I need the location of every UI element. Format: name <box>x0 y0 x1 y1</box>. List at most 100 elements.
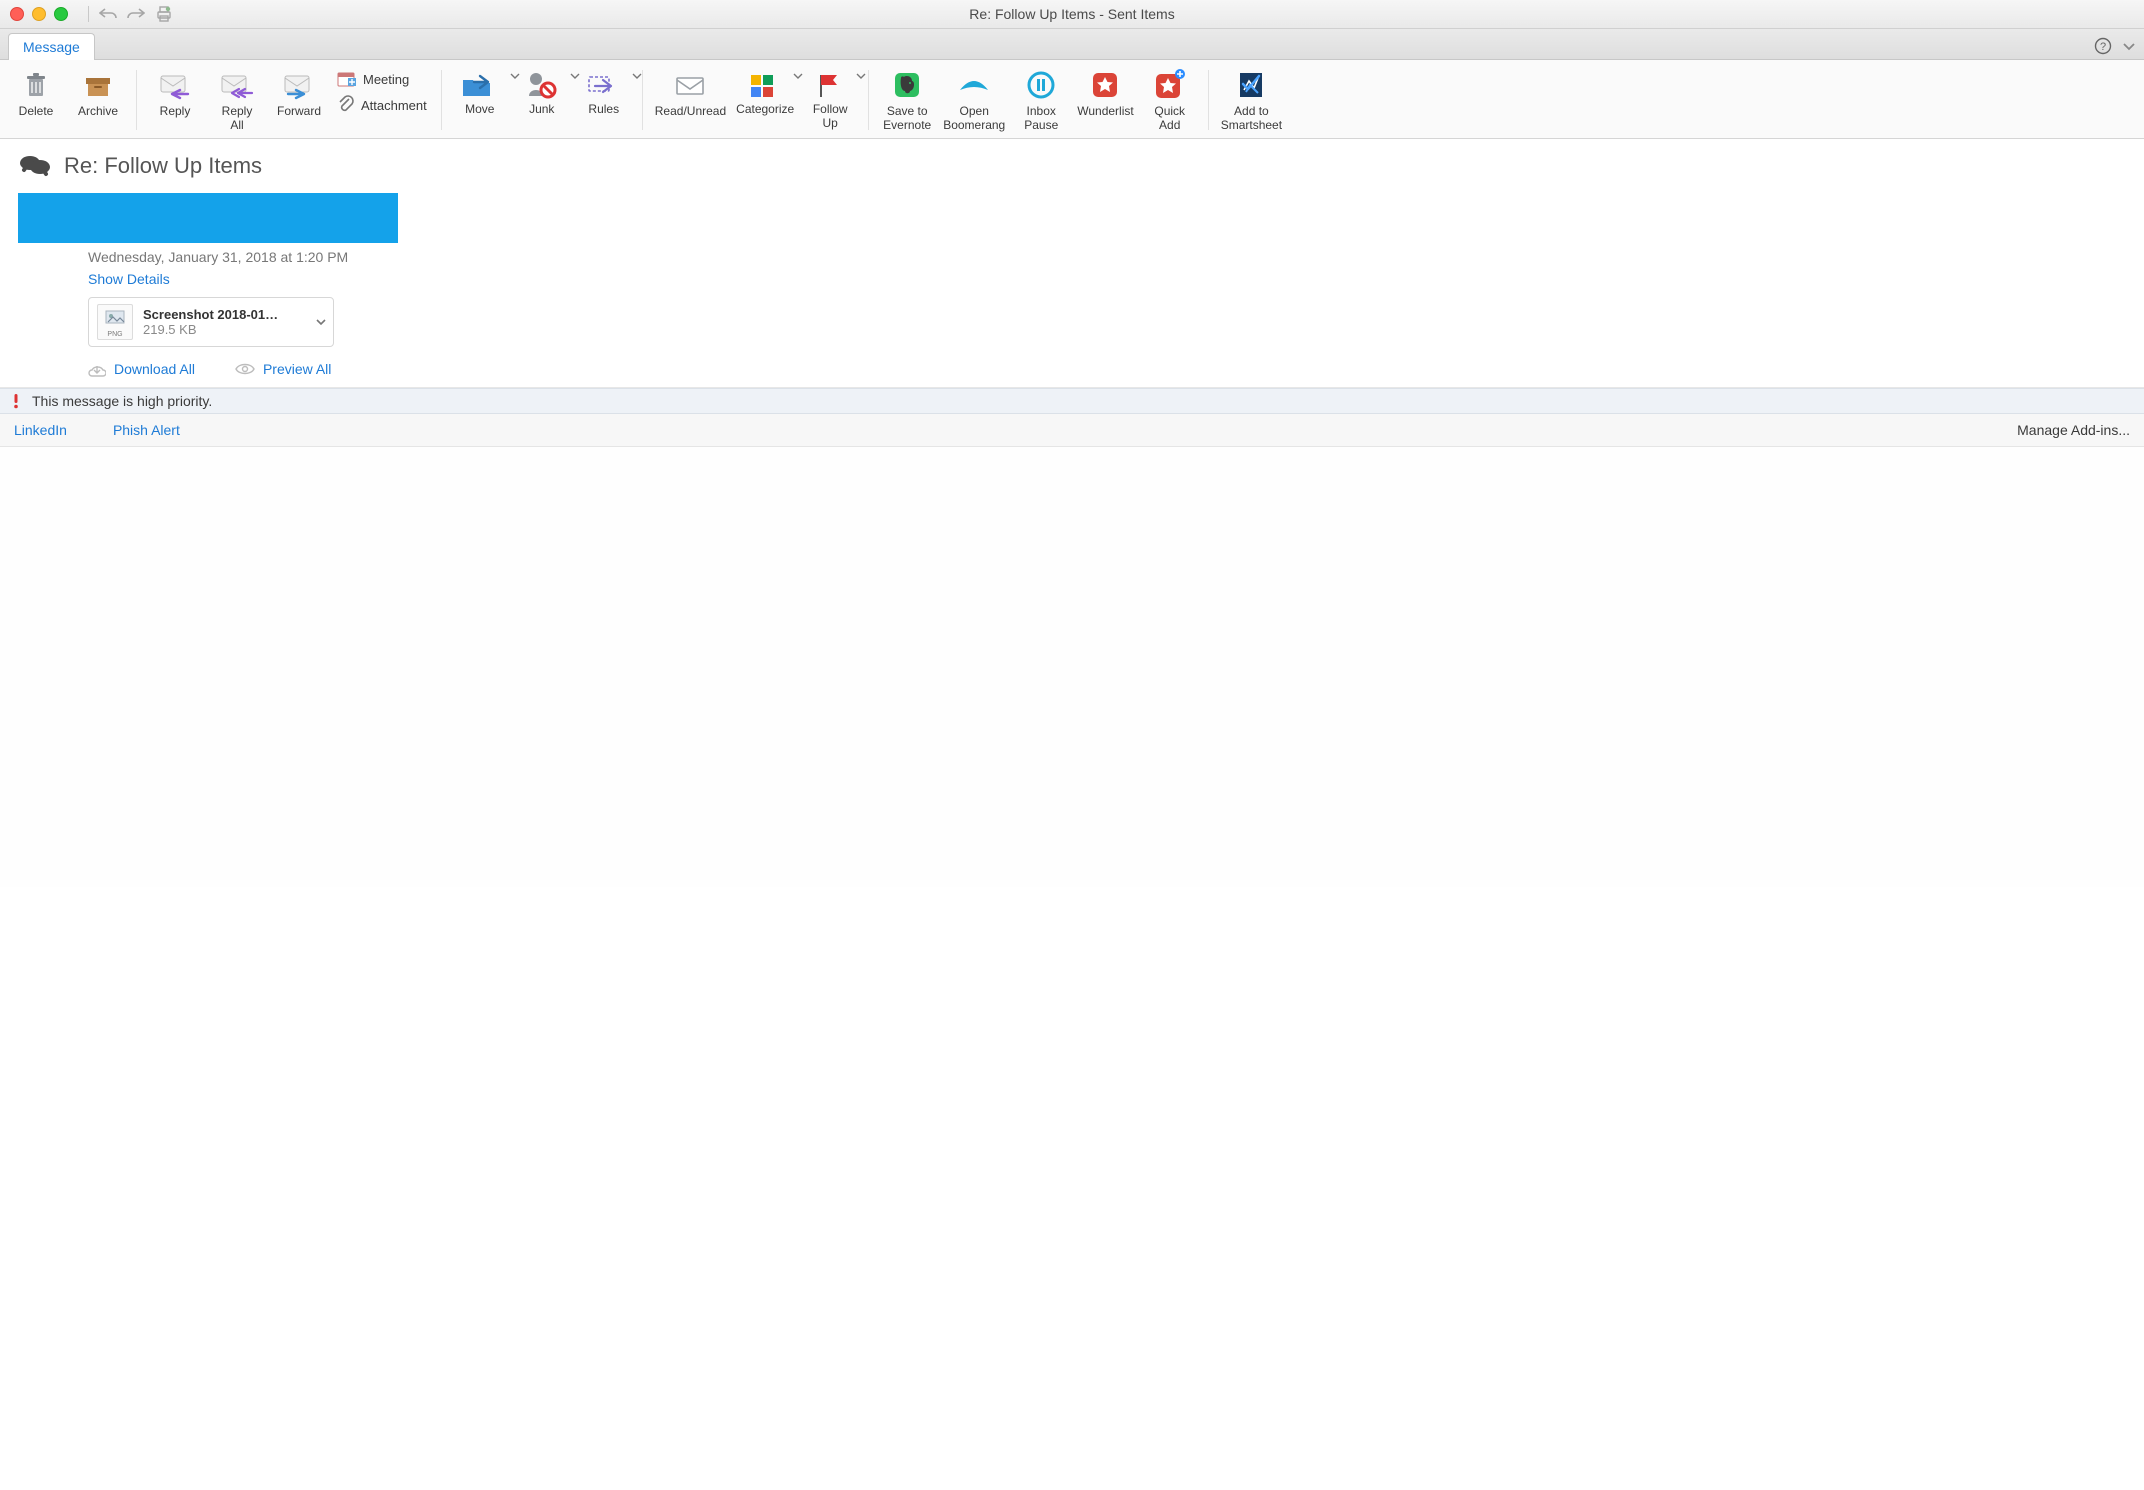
pause-icon <box>1026 68 1056 102</box>
attachment-card[interactable]: PNG Screenshot 2018-01… 219.5 KB <box>88 297 334 347</box>
download-icon <box>88 361 106 377</box>
delete-button[interactable]: Delete <box>6 66 66 120</box>
conversation-icon[interactable] <box>18 153 52 179</box>
reply-all-icon <box>219 68 255 102</box>
add-to-smartsheet-button[interactable]: Add to Smartsheet <box>1217 66 1286 134</box>
categorize-icon <box>747 68 783 102</box>
wunderlist-button[interactable]: Wunderlist <box>1073 66 1137 120</box>
reply-icon <box>158 68 192 102</box>
paperclip-icon <box>337 95 355 115</box>
show-details-link[interactable]: Show Details <box>88 271 170 287</box>
minimize-window-button[interactable] <box>32 7 46 21</box>
wunderlist-label: Wunderlist <box>1077 104 1133 118</box>
message-date: Wednesday, January 31, 2018 at 1:20 PM <box>88 249 2126 265</box>
open-boomerang-button[interactable]: Open Boomerang <box>939 66 1009 134</box>
inbox-pause-button[interactable]: Inbox Pause <box>1011 66 1071 134</box>
help-icon[interactable]: ? <box>2094 37 2112 55</box>
archive-icon <box>82 68 114 102</box>
attachment-type-badge: PNG <box>107 331 122 338</box>
categorize-label: Categorize <box>736 102 794 116</box>
priority-bar: This message is high priority. <box>0 388 2144 414</box>
read-unread-button[interactable]: Read/Unread <box>651 66 730 120</box>
smartsheet-label: Add to Smartsheet <box>1221 104 1282 132</box>
forward-label: Forward <box>277 104 321 118</box>
attachment-size: 219.5 KB <box>143 322 278 337</box>
follow-up-button[interactable]: Follow Up <box>800 66 860 132</box>
archive-label: Archive <box>78 104 118 118</box>
manage-addins-button[interactable]: Manage Add-ins... <box>2017 422 2130 438</box>
redo-icon[interactable] <box>127 7 145 21</box>
meeting-icon <box>337 70 357 88</box>
junk-icon <box>523 68 561 102</box>
attachment-thumb-icon: PNG <box>97 304 133 340</box>
boomerang-label: Open Boomerang <box>943 104 1005 132</box>
chevron-down-icon <box>793 72 803 80</box>
addins-bar: LinkedIn Phish Alert Manage Add-ins... <box>0 414 2144 447</box>
junk-button[interactable]: Junk <box>512 66 572 118</box>
save-to-evernote-button[interactable]: Save to Evernote <box>877 66 937 134</box>
reply-all-label: Reply All <box>222 104 253 132</box>
envelope-icon <box>673 68 707 102</box>
reply-all-button[interactable]: Reply All <box>207 66 267 134</box>
archive-button[interactable]: Archive <box>68 66 128 120</box>
evernote-label: Save to Evernote <box>883 104 931 132</box>
rules-icon <box>585 68 623 102</box>
high-priority-icon <box>12 393 20 409</box>
phish-alert-addin[interactable]: Phish Alert <box>113 422 180 438</box>
quick-access-toolbar <box>88 6 173 22</box>
preview-all-label: Preview All <box>263 361 331 377</box>
categorize-button[interactable]: Categorize <box>732 66 798 118</box>
move-label: Move <box>465 102 494 116</box>
linkedin-addin[interactable]: LinkedIn <box>14 422 67 438</box>
download-all-label: Download All <box>114 361 195 377</box>
smartsheet-icon <box>1236 68 1266 102</box>
eye-icon <box>235 362 255 376</box>
window-controls <box>10 7 68 21</box>
preview-all-button[interactable]: Preview All <box>235 361 331 377</box>
svg-text:?: ? <box>2100 41 2106 53</box>
download-all-button[interactable]: Download All <box>88 361 195 377</box>
sender-redacted <box>18 193 398 243</box>
attachment-name: Screenshot 2018-01… <box>143 307 278 322</box>
boomerang-icon <box>956 68 992 102</box>
move-button[interactable]: Move <box>450 66 510 118</box>
read-unread-label: Read/Unread <box>655 104 726 118</box>
meeting-button[interactable]: Meeting <box>333 68 431 90</box>
chevron-down-icon <box>856 72 866 80</box>
tab-message[interactable]: Message <box>8 33 95 60</box>
quick-add-button[interactable]: Quick Add <box>1140 66 1200 134</box>
meeting-label: Meeting <box>363 72 409 87</box>
chevron-down-icon[interactable] <box>315 317 327 327</box>
follow-up-label: Follow Up <box>813 102 848 130</box>
rules-label: Rules <box>588 102 619 116</box>
message-subject: Re: Follow Up Items <box>64 153 262 179</box>
rules-button[interactable]: Rules <box>574 66 634 118</box>
reply-button[interactable]: Reply <box>145 66 205 120</box>
undo-icon[interactable] <box>99 7 117 21</box>
message-header: Re: Follow Up Items Wednesday, January 3… <box>0 139 2144 388</box>
zoom-window-button[interactable] <box>54 7 68 21</box>
priority-text: This message is high priority. <box>32 393 212 409</box>
flag-icon <box>813 68 847 102</box>
move-icon <box>460 68 500 102</box>
attachment-button[interactable]: Attachment <box>333 94 431 116</box>
forward-button[interactable]: Forward <box>269 66 329 120</box>
inbox-pause-label: Inbox Pause <box>1024 104 1058 132</box>
close-window-button[interactable] <box>10 7 24 21</box>
trash-icon <box>21 68 51 102</box>
window-title: Re: Follow Up Items - Sent Items <box>0 6 2144 22</box>
ribbon-tabstrip: Message ? <box>0 29 2144 60</box>
forward-icon <box>282 68 316 102</box>
quick-add-icon <box>1153 68 1187 102</box>
chevron-down-icon <box>510 72 520 80</box>
quick-add-label: Quick Add <box>1154 104 1185 132</box>
print-icon[interactable] <box>155 6 173 22</box>
delete-label: Delete <box>19 104 54 118</box>
junk-label: Junk <box>529 102 554 116</box>
titlebar: Re: Follow Up Items - Sent Items <box>0 0 2144 29</box>
wunderlist-icon <box>1090 68 1120 102</box>
ribbon: Delete Archive Reply Reply All Forward M… <box>0 60 2144 139</box>
separator <box>88 6 89 22</box>
collapse-ribbon-icon[interactable] <box>2122 39 2136 53</box>
evernote-icon <box>892 68 922 102</box>
